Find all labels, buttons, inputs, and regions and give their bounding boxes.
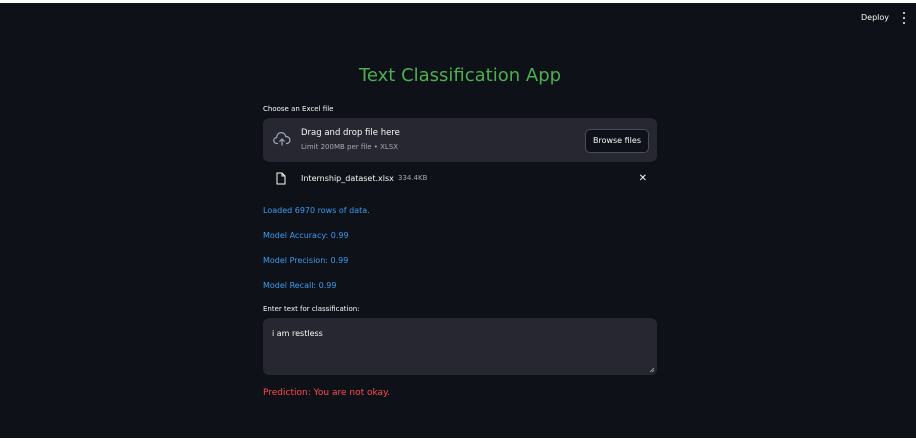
page-title: Text Classification App bbox=[358, 65, 562, 86]
textarea-value: i am restless bbox=[272, 329, 323, 338]
recall-message: Model Recall: 0.99 bbox=[263, 281, 337, 290]
kebab-dot bbox=[903, 22, 905, 24]
file-name: Internship_dataset.xlsx bbox=[301, 174, 394, 183]
app-header: Deploy bbox=[0, 3, 916, 33]
dropzone-limit-text: Limit 200MB per file • XLSX bbox=[301, 143, 399, 151]
uploaded-file-row: Internship_dataset.xlsx 334.4KB ✕ bbox=[263, 170, 657, 190]
loaded-rows-message: Loaded 6970 rows of data. bbox=[263, 206, 370, 215]
file-dropzone[interactable]: Drag and drop file here Limit 200MB per … bbox=[263, 118, 657, 162]
file-size: 334.4KB bbox=[398, 174, 428, 182]
browse-files-button[interactable]: Browse files bbox=[584, 129, 649, 153]
text-input-label: Enter text for classification: bbox=[263, 305, 360, 313]
file-icon bbox=[276, 172, 286, 185]
resize-handle-icon[interactable] bbox=[649, 367, 655, 373]
dropzone-title: Drag and drop file here bbox=[301, 128, 400, 138]
kebab-menu-icon[interactable] bbox=[901, 11, 907, 25]
accuracy-message: Model Accuracy: 0.99 bbox=[263, 231, 349, 240]
kebab-dot bbox=[903, 12, 905, 14]
cloud-upload-icon bbox=[273, 132, 291, 146]
prediction-result: Prediction: You are not okay. bbox=[263, 388, 390, 398]
deploy-button[interactable]: Deploy bbox=[861, 13, 889, 22]
kebab-dot bbox=[903, 17, 905, 19]
precision-message: Model Precision: 0.99 bbox=[263, 256, 349, 265]
remove-file-icon[interactable]: ✕ bbox=[639, 173, 647, 184]
classification-textarea[interactable]: i am restless bbox=[263, 318, 657, 375]
uploader-label: Choose an Excel file bbox=[263, 105, 334, 113]
